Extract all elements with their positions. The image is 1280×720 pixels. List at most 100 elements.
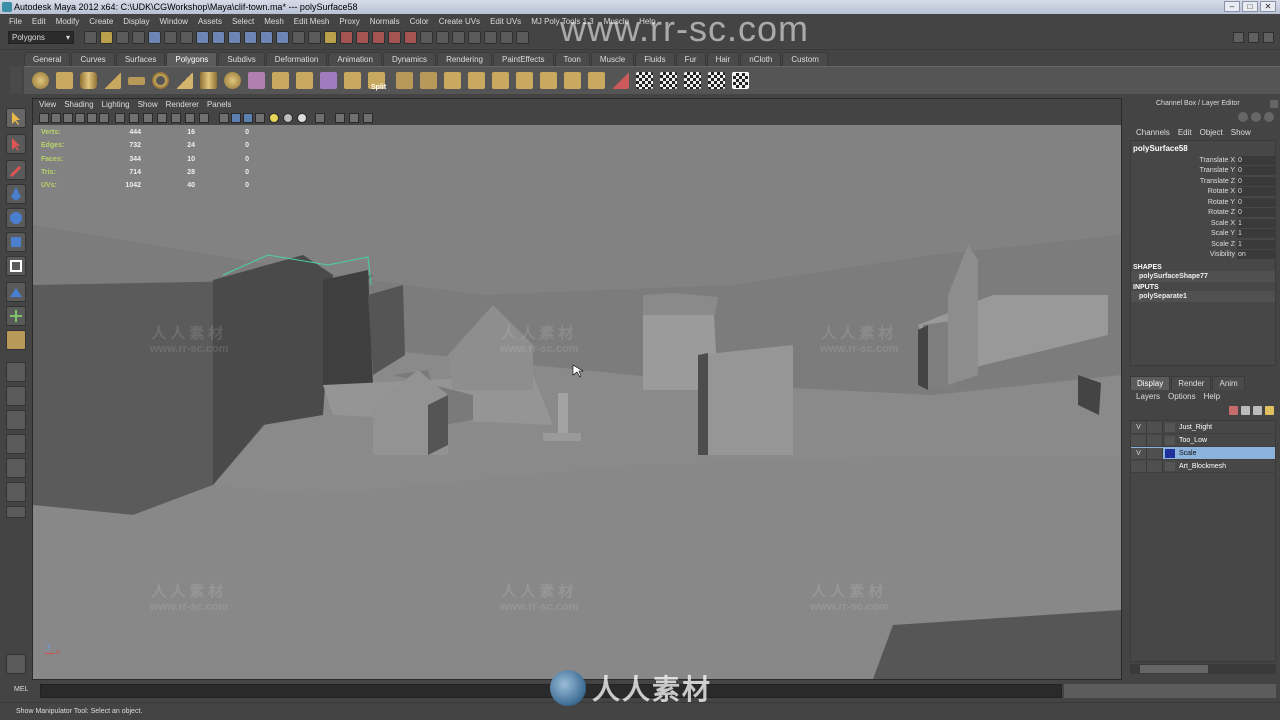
attr-value-field[interactable]: 1 [1237,229,1275,239]
attribute-editor-view-icon[interactable] [1251,112,1261,122]
layer-editor-view-icon[interactable] [1264,112,1274,122]
new-layer-from-selected-icon[interactable] [1265,406,1274,415]
menu-color[interactable]: Color [405,17,434,26]
xray-icon[interactable] [315,113,325,123]
snap-point-icon[interactable] [372,31,385,44]
attr-rotate-x[interactable]: Rotate X0 [1131,187,1275,198]
poly-cube-icon[interactable] [56,72,73,89]
show-manipulator-tool-icon[interactable] [6,306,26,326]
last-tool-used-icon[interactable] [6,330,26,350]
poly-torus-icon[interactable] [152,72,169,89]
scrollbar-thumb[interactable] [1140,665,1208,673]
panel-menu-view[interactable]: View [35,99,60,111]
menu-modify[interactable]: Modify [51,17,85,26]
move-tool-icon[interactable] [6,184,26,204]
attr-translate-y[interactable]: Translate Y0 [1131,166,1275,177]
merge-icon[interactable] [540,72,557,89]
shelf-tab-fur[interactable]: Fur [675,52,706,66]
panel-menu-renderer[interactable]: Renderer [162,99,203,111]
camera-attributes-icon[interactable] [51,113,61,123]
boolean-icon[interactable] [320,72,337,89]
panel-menu-lighting[interactable]: Lighting [98,99,134,111]
smooth-icon[interactable] [296,72,313,89]
attr-value-field[interactable]: 0 [1237,208,1275,218]
layer-row-selected[interactable]: V Scale [1131,447,1275,460]
persp-hypershade-layout-icon[interactable] [6,458,26,478]
mirror-icon[interactable] [344,72,361,89]
layer-row[interactable]: Art_Blockmesh [1131,460,1275,473]
render-icon[interactable] [452,31,465,44]
cylindrical-mapping-icon[interactable] [636,72,653,89]
select-tool-icon[interactable] [6,108,26,128]
select-camera-icon[interactable] [39,113,49,123]
selected-object-name[interactable]: polySurface58 [1131,141,1275,155]
persp-outliner-layout-icon[interactable] [6,410,26,430]
layer-playback-toggle[interactable] [1147,421,1163,433]
attr-translate-x[interactable]: Translate X0 [1131,155,1275,166]
checker-map-icon[interactable] [732,72,749,89]
toolbox-more-icon[interactable] [6,506,26,518]
safe-action-icon[interactable] [185,113,195,123]
new-empty-layer-icon[interactable] [1253,406,1262,415]
shelf-tab-painteffects[interactable]: PaintEffects [492,52,554,66]
layer-color-swatch[interactable] [1165,448,1175,458]
channel-box-toggle-icon[interactable] [1263,32,1274,43]
layer-playback-toggle[interactable] [1147,460,1163,472]
planar-mapping-icon[interactable] [612,72,629,89]
combine-icon[interactable] [248,72,265,89]
attr-rotate-y[interactable]: Rotate Y0 [1131,197,1275,208]
2d-pan-zoom-icon[interactable] [87,113,97,123]
menu-window[interactable]: Window [155,17,193,26]
attr-value-field[interactable]: 0 [1237,155,1275,165]
xray-joints-icon[interactable] [349,113,359,123]
cb-menu-channels[interactable]: Channels [1132,128,1174,137]
shelf-tab-custom[interactable]: Custom [782,52,828,66]
shelf-tab-rendering[interactable]: Rendering [437,52,492,66]
shelf-tab-dynamics[interactable]: Dynamics [382,52,437,66]
input-line-icon[interactable] [516,31,529,44]
lock-selection-icon[interactable] [308,31,321,44]
le-menu-help[interactable]: Help [1200,392,1224,401]
layer-visibility-toggle[interactable] [1131,434,1147,446]
shelf-grip[interactable] [10,66,22,94]
le-menu-layers[interactable]: Layers [1132,392,1164,401]
tool-settings-toggle-icon[interactable] [1248,32,1259,43]
render-view-icon[interactable] [6,654,26,674]
menu-edit[interactable]: Edit [27,17,51,26]
attr-scale-y[interactable]: Scale Y1 [1131,229,1275,240]
layer-color-swatch[interactable] [1165,435,1175,445]
attr-rotate-z[interactable]: Rotate Z0 [1131,208,1275,219]
soft-modification-tool-icon[interactable] [6,282,26,302]
attr-scale-z[interactable]: Scale Z1 [1131,239,1275,250]
panel-float-icon[interactable] [1270,100,1278,108]
image-plane-icon[interactable] [75,113,85,123]
isolate-select-icon[interactable] [335,113,345,123]
menu-mesh[interactable]: Mesh [259,17,289,26]
layer-visibility-toggle[interactable]: V [1131,447,1147,459]
tab-render[interactable]: Render [1171,376,1212,390]
lasso-tool-icon[interactable] [6,134,26,154]
grease-pencil-icon[interactable] [99,113,109,123]
poly-cylinder-icon[interactable] [80,72,97,89]
xray-active-components-icon[interactable] [363,113,373,123]
snap-grid-icon[interactable] [340,31,353,44]
mask-curves-icon[interactable] [212,31,225,44]
layer-playback-toggle[interactable] [1147,434,1163,446]
bookmarks-icon[interactable] [63,113,73,123]
four-view-layout-icon[interactable] [6,386,26,406]
menu-display[interactable]: Display [118,17,154,26]
select-hierarchy-icon[interactable] [132,31,145,44]
shelf-tab-curves[interactable]: Curves [71,52,115,66]
shelf-tab-polygons[interactable]: Polygons [166,52,218,66]
shelf-tab-deformation[interactable]: Deformation [265,52,328,66]
cb-menu-object[interactable]: Object [1196,128,1227,137]
minimize-button[interactable]: – [1224,1,1240,12]
mask-handles-icon[interactable] [180,31,193,44]
mask-dynamics-icon[interactable] [260,31,273,44]
menu-create[interactable]: Create [84,17,118,26]
gate-mask-icon[interactable] [157,113,167,123]
layer-row[interactable]: V Just_Right [1131,421,1275,434]
attr-visibility[interactable]: Visibility on [1131,250,1275,261]
mask-rendering-icon[interactable] [276,31,289,44]
construction-history-icon[interactable] [436,31,449,44]
